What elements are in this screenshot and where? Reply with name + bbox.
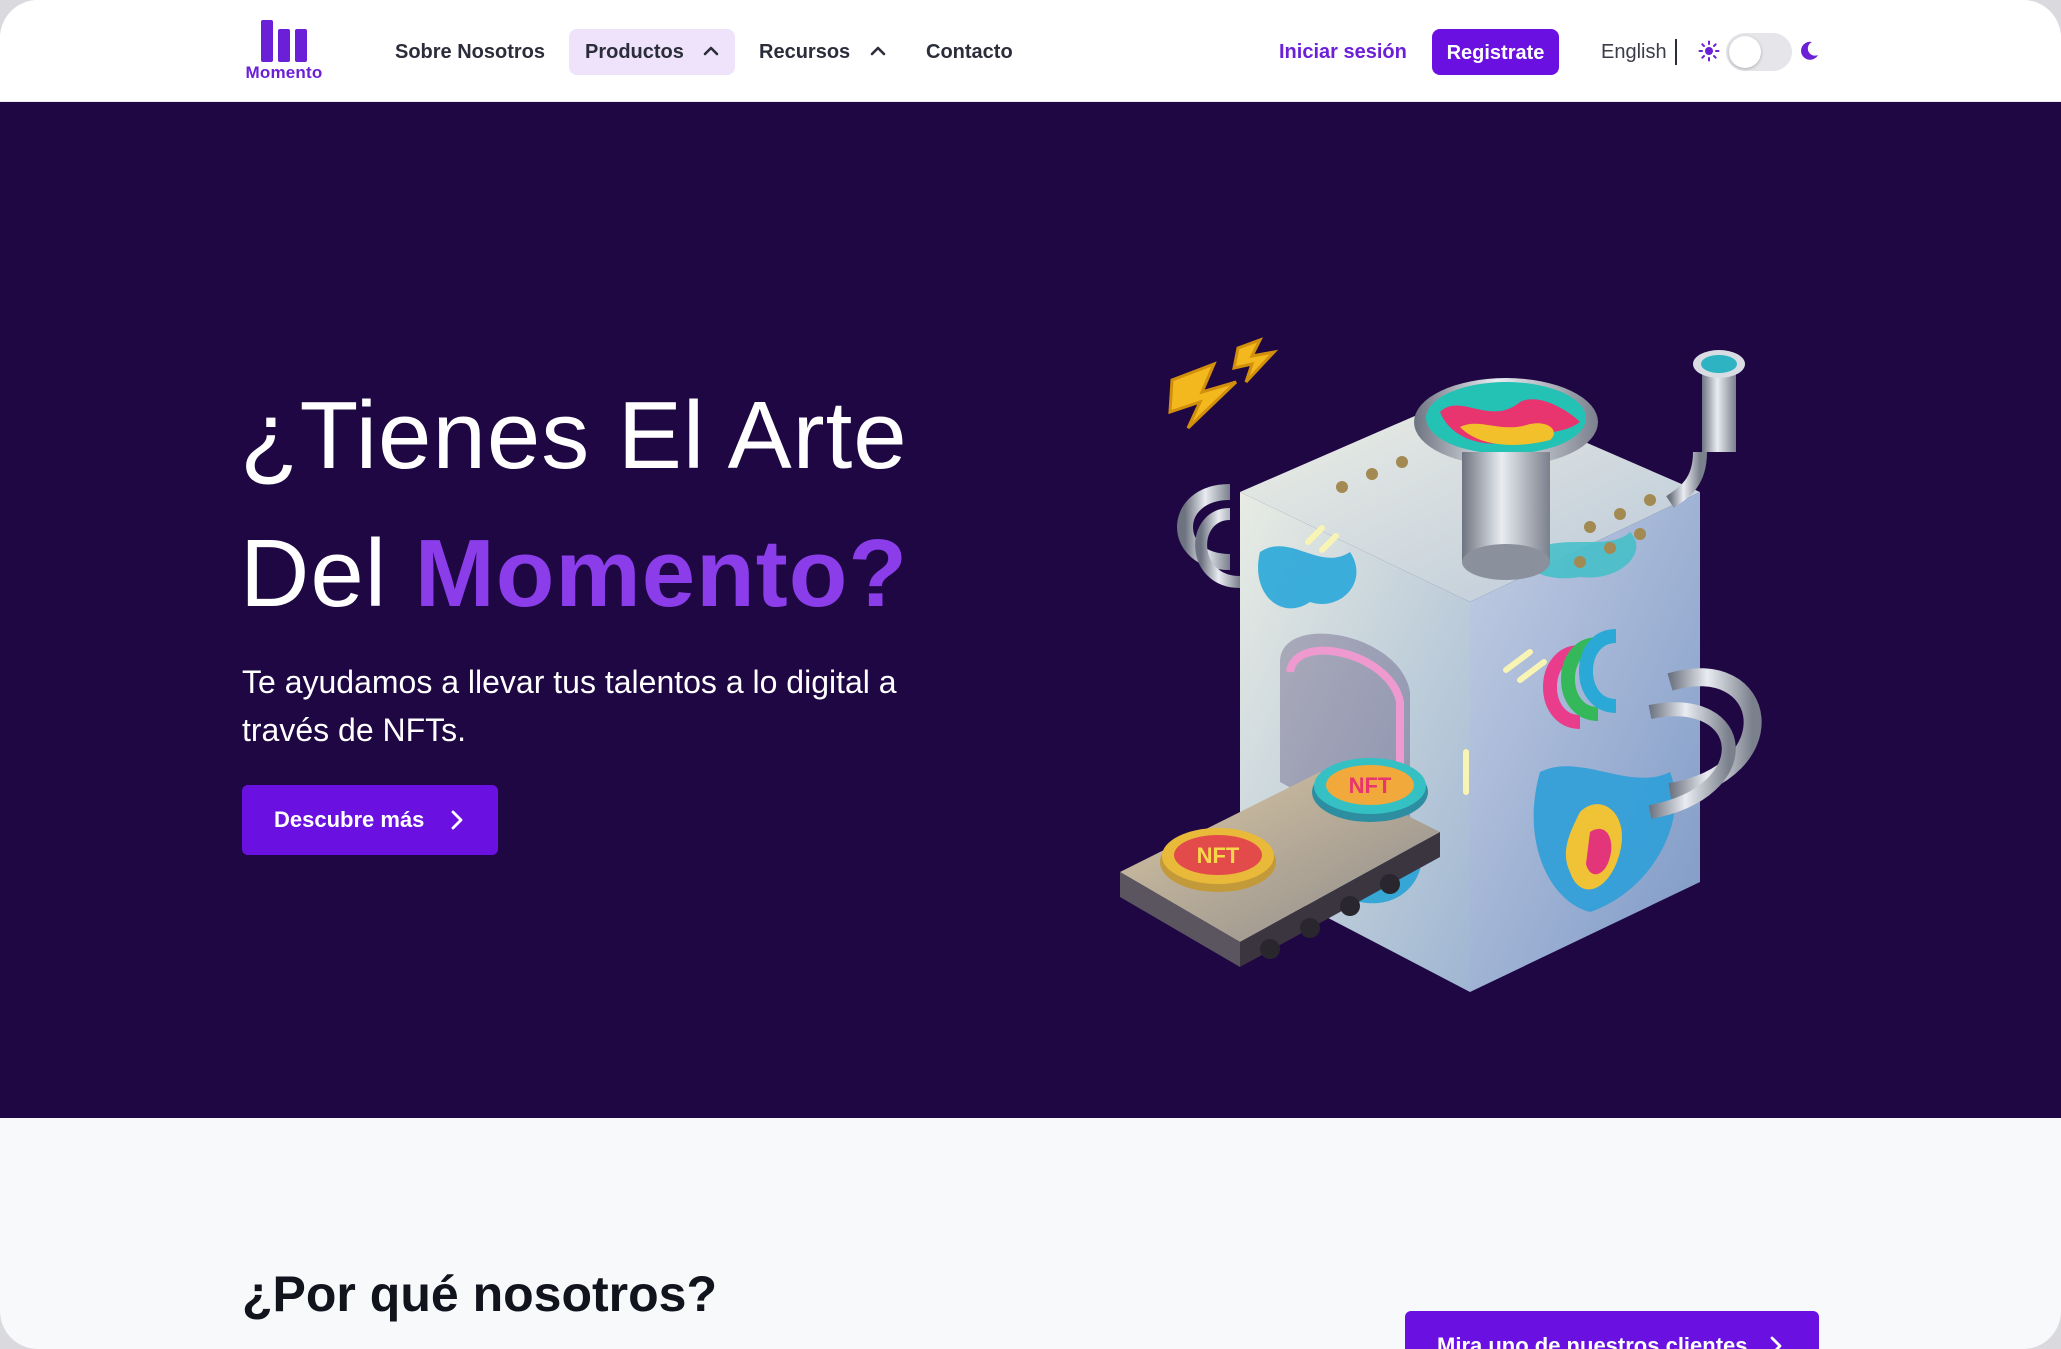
nft-coin-label: NFT [1197,843,1240,868]
chevron-right-icon [451,810,463,830]
nav-label: Contacto [926,41,1013,63]
nav-recursos[interactable]: Recursos [743,29,902,75]
chevron-up-icon [870,46,886,56]
nav-label: Recursos [759,41,851,63]
why-us-heading: ¿Por qué nosotros? [242,1266,717,1322]
nav-label: Sobre Nosotros [395,41,546,63]
brand-logo[interactable]: Momento [242,18,326,84]
nav-contacto[interactable]: Contacto [910,29,1029,75]
signup-button[interactable]: Registrate [1432,29,1559,75]
top-navbar: Momento Sobre Nosotros Productos Recurso… [0,0,2061,102]
divider [1675,39,1677,65]
nft-coin-label: NFT [1349,773,1392,798]
login-link[interactable]: Iniciar sesión [1279,29,1407,75]
cta-label: Mira uno de nuestros clientes [1437,1333,1748,1349]
cta-label: Descubre más [274,807,425,832]
hero-title-accent: Momento? [414,520,908,627]
chevron-right-icon [1770,1336,1782,1349]
logo-bars-icon [261,20,307,62]
nft-machine-illustration: NFT NFT [1120,337,1762,1052]
nav-productos[interactable]: Productos [569,29,736,75]
language-switch[interactable]: English [1601,29,1667,75]
moon-icon [1801,41,1818,60]
hero-subtitle: Te ayudamos a llevar tus talentos a lo d… [242,664,897,748]
nav-sobre-nosotros[interactable]: Sobre Nosotros [379,29,561,75]
hero-title-line2-prefix: Del [240,520,415,627]
theme-toggle[interactable] [1726,33,1792,71]
nav-label: Productos [585,41,684,63]
see-client-button[interactable]: Mira uno de nuestros clientes [1405,1311,1819,1349]
hero-title-line1: ¿Tienes El Arte [240,382,908,489]
toggle-knob [1729,36,1761,68]
hero-section: ¿Tienes El Arte Del Momento? Te ayudamos… [0,102,2061,1118]
page-frame: Momento Sobre Nosotros Productos Recurso… [0,0,2061,1349]
discover-more-button[interactable]: Descubre más [242,785,498,855]
sun-icon [1698,40,1720,62]
brand-name: Momento [245,63,323,82]
hero-title: ¿Tienes El Arte Del Momento? [240,367,908,643]
chevron-up-icon [704,46,719,56]
